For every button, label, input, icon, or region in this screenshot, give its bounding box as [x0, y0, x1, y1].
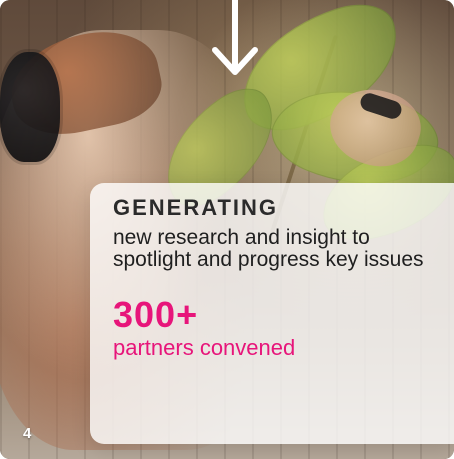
stat-label: partners convened	[113, 335, 296, 360]
info-panel: GENERATING new research and insight to s…	[90, 183, 454, 444]
info-panel-content: GENERATING new research and insight to s…	[113, 195, 444, 360]
panel-kicker: GENERATING	[113, 195, 279, 220]
content-card: GENERATING new research and insight to s…	[0, 0, 454, 459]
headphones-illustration	[0, 52, 60, 162]
page-number: 4	[23, 425, 32, 442]
panel-description: new research and insight to spotlight an…	[113, 226, 424, 271]
stat-value: 300+	[113, 294, 199, 335]
